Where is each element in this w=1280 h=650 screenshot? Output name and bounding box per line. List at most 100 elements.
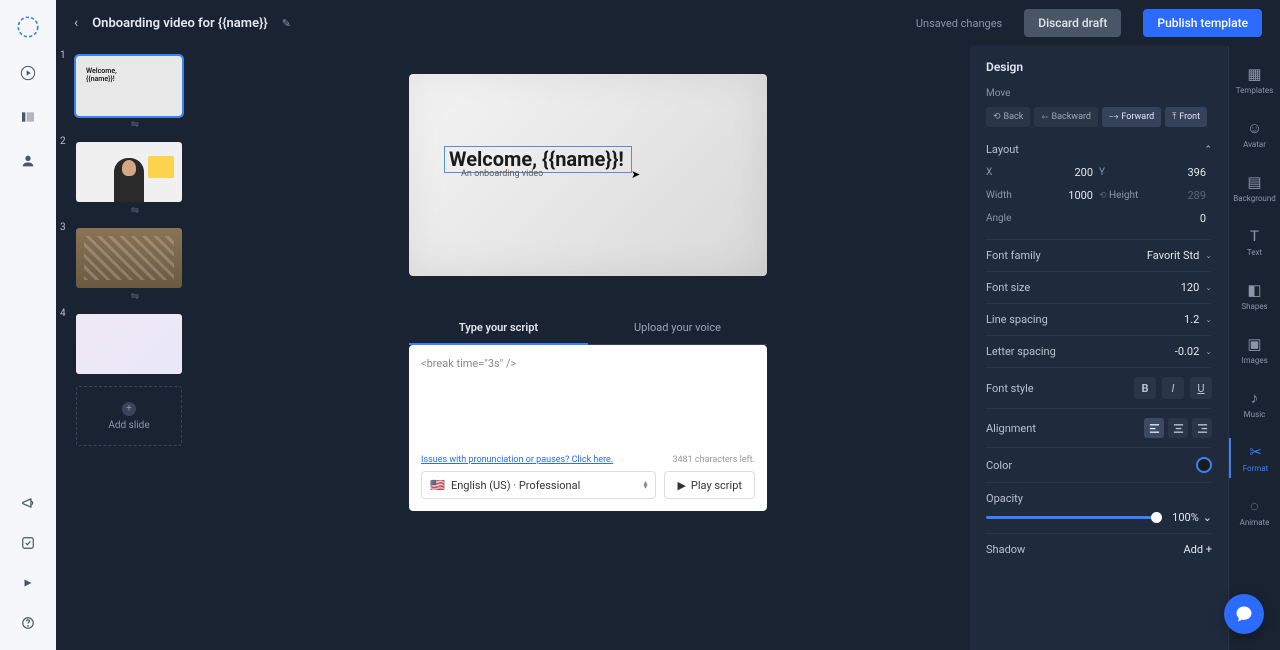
underline-button[interactable]: U bbox=[1190, 377, 1212, 399]
play-icon: ▶ bbox=[677, 479, 685, 492]
slide-number: 3 bbox=[60, 222, 66, 233]
canvas-subtext: An onboarding video bbox=[461, 169, 543, 179]
line-spacing-select[interactable]: Line spacing 1.2⌄ bbox=[986, 303, 1212, 335]
canvas-area: Welcome, {{name}}! An onboarding video ➤… bbox=[206, 46, 970, 650]
animate-tab[interactable]: ◌Animate bbox=[1229, 492, 1280, 532]
canvas-heading: Welcome, {{name}}! bbox=[449, 149, 627, 170]
chevron-down-icon: ⌄ bbox=[1205, 315, 1212, 324]
chevron-down-icon: ⌄ bbox=[1205, 347, 1212, 356]
check-icon[interactable] bbox=[17, 532, 39, 554]
add-slide-button[interactable]: + Add slide bbox=[76, 386, 182, 446]
language-select[interactable]: 🇺🇸 English (US) · Professional ▴▾ bbox=[421, 471, 656, 499]
move-label: Move bbox=[986, 88, 1212, 99]
back-arrow-icon[interactable]: ‹ bbox=[74, 15, 78, 31]
format-tab[interactable]: ✂Format bbox=[1229, 438, 1280, 478]
play-script-button[interactable]: ▶ Play script bbox=[664, 471, 755, 499]
music-tab[interactable]: ♪Music bbox=[1229, 384, 1280, 424]
app-logo bbox=[15, 14, 41, 40]
script-editor: <break time="3s" /> Issues with pronunci… bbox=[409, 345, 767, 511]
help-icon[interactable] bbox=[17, 612, 39, 634]
move-front-button[interactable]: ⤒ Front bbox=[1165, 107, 1207, 127]
design-title: Design bbox=[986, 60, 1212, 74]
opacity-slider[interactable] bbox=[986, 516, 1162, 519]
text-icon: T bbox=[1250, 227, 1259, 245]
chevron-down-icon: ⌄ bbox=[1203, 511, 1212, 524]
slide-handle-icon[interactable]: ⇋ bbox=[76, 291, 194, 302]
align-center-button[interactable] bbox=[1168, 418, 1188, 438]
slides-panel: 1 Welcome, {{name}}! ⇋ 2 ⇋ 3 ⇋ bbox=[56, 46, 206, 650]
publish-template-button[interactable]: Publish template bbox=[1143, 9, 1262, 37]
play-icon[interactable] bbox=[17, 62, 39, 84]
chevron-up-icon: ⌃ bbox=[1204, 145, 1212, 155]
images-icon: ▣ bbox=[1247, 335, 1261, 353]
images-tab[interactable]: ▣Images bbox=[1229, 330, 1280, 370]
move-forward-button[interactable]: ⤍ Forward bbox=[1102, 107, 1161, 127]
animate-icon: ◌ bbox=[1250, 497, 1259, 515]
layout-height-input[interactable]: 289 bbox=[1156, 189, 1213, 202]
tab-upload-voice[interactable]: Upload your voice bbox=[588, 312, 767, 345]
font-size-select[interactable]: Font size 120⌄ bbox=[986, 271, 1212, 303]
align-right-button[interactable] bbox=[1192, 418, 1212, 438]
chevron-updown-icon: ▴▾ bbox=[643, 481, 647, 489]
slide-thumb-2[interactable] bbox=[76, 142, 182, 202]
left-icon-rail bbox=[0, 0, 56, 650]
music-icon: ♪ bbox=[1251, 389, 1259, 407]
design-panel: Design Move ⟲ Back ⬸ Backward ⤍ Forward … bbox=[970, 46, 1228, 650]
layout-angle-input[interactable]: 0 bbox=[1156, 212, 1213, 225]
slide-number: 2 bbox=[60, 136, 66, 147]
slide-thumb-1[interactable]: Welcome, {{name}}! bbox=[76, 56, 182, 116]
link-wh-icon[interactable]: ⟲ bbox=[1099, 191, 1107, 201]
plus-icon: + bbox=[122, 402, 136, 416]
shapes-tab[interactable]: ◧Shapes bbox=[1229, 276, 1280, 316]
move-back-button[interactable]: ⟲ Back bbox=[986, 107, 1030, 127]
discard-draft-button[interactable]: Discard draft bbox=[1024, 9, 1121, 37]
templates-tab[interactable]: ▦Templates bbox=[1229, 60, 1280, 100]
unsaved-indicator: Unsaved changes bbox=[916, 17, 1002, 30]
topbar: ‹ Onboarding video for {{name}} ✎ Unsave… bbox=[56, 0, 1280, 46]
color-picker[interactable] bbox=[1196, 457, 1212, 473]
chat-button[interactable] bbox=[1224, 594, 1264, 634]
bold-button[interactable]: B bbox=[1134, 377, 1156, 399]
right-tool-rail: ▦Templates ☺Avatar ▤Background TText ◧Sh… bbox=[1228, 46, 1280, 650]
pronunciation-help-link[interactable]: Issues with pronunciation or pauses? Cli… bbox=[421, 455, 613, 465]
shapes-icon: ◧ bbox=[1247, 281, 1261, 299]
layout-x-input[interactable]: 200 bbox=[1043, 166, 1100, 179]
slide-thumb-3[interactable] bbox=[76, 228, 182, 288]
slide-number: 1 bbox=[60, 50, 66, 61]
flag-icon: 🇺🇸 bbox=[430, 478, 445, 492]
align-left-button[interactable] bbox=[1144, 418, 1164, 438]
slide-handle-icon[interactable]: ⇋ bbox=[76, 205, 194, 216]
background-tab[interactable]: ▤Background bbox=[1229, 168, 1280, 208]
font-family-select[interactable]: Font family Favorit Std⌄ bbox=[986, 239, 1212, 271]
megaphone-icon[interactable] bbox=[17, 492, 39, 514]
avatar-icon: ☺ bbox=[1247, 119, 1262, 137]
person-icon[interactable] bbox=[17, 150, 39, 172]
italic-button[interactable]: I bbox=[1162, 377, 1184, 399]
layout-y-input[interactable]: 396 bbox=[1156, 166, 1213, 179]
slide-number: 4 bbox=[60, 308, 66, 319]
background-icon: ▤ bbox=[1247, 173, 1261, 191]
format-icon: ✂ bbox=[1249, 443, 1262, 461]
move-backward-button[interactable]: ⬸ Backward bbox=[1034, 107, 1098, 127]
text-tab[interactable]: TText bbox=[1229, 222, 1280, 262]
slide-canvas[interactable]: Welcome, {{name}}! An onboarding video ➤ bbox=[409, 74, 767, 276]
layout-toggle[interactable]: Layout ⌃ bbox=[986, 143, 1212, 156]
edit-title-icon[interactable]: ✎ bbox=[282, 17, 291, 30]
cursor-icon: ➤ bbox=[631, 168, 640, 181]
layout-width-input[interactable]: 1000 bbox=[1043, 189, 1100, 202]
text-element-selected[interactable]: Welcome, {{name}}! An onboarding video bbox=[444, 146, 632, 173]
avatar-tab[interactable]: ☺Avatar bbox=[1229, 114, 1280, 154]
templates-icon: ▦ bbox=[1247, 65, 1261, 83]
slide-handle-icon[interactable]: ⇋ bbox=[76, 119, 194, 130]
script-textarea[interactable]: <break time="3s" /> bbox=[421, 357, 755, 453]
shadow-add[interactable]: Shadow Add + bbox=[986, 533, 1212, 565]
template-title: Onboarding video for {{name}} bbox=[92, 16, 267, 31]
video-icon[interactable] bbox=[17, 572, 39, 594]
letter-spacing-select[interactable]: Letter spacing -0.02⌄ bbox=[986, 335, 1212, 367]
chevron-down-icon: ⌄ bbox=[1205, 251, 1212, 260]
tab-type-script[interactable]: Type your script bbox=[409, 312, 588, 345]
layout-icon[interactable] bbox=[17, 106, 39, 128]
slide-thumb-4[interactable] bbox=[76, 314, 182, 374]
chevron-down-icon: ⌄ bbox=[1205, 283, 1212, 292]
script-tabs: Type your script Upload your voice bbox=[409, 312, 767, 345]
